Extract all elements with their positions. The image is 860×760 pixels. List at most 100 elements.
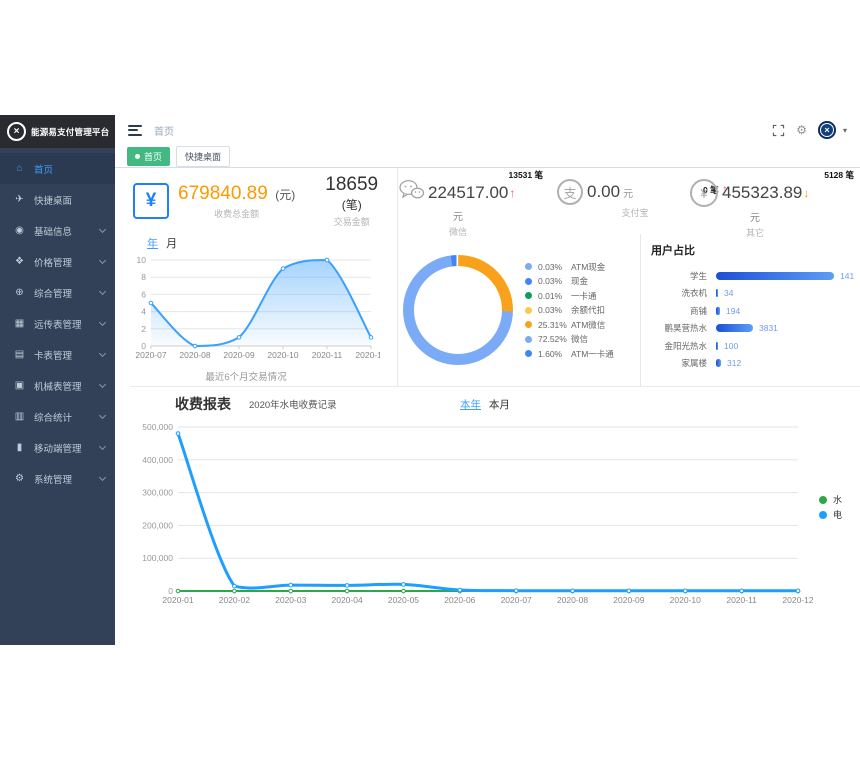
user-avatar[interactable]: × xyxy=(818,121,836,139)
donut-legend-item: 1.60%ATM一卡通 xyxy=(525,346,614,361)
svg-text:4: 4 xyxy=(141,307,146,317)
sidebar-item-label: 快捷桌面 xyxy=(34,193,72,207)
total-amount-label: 收费总金额 xyxy=(178,207,295,220)
svg-text:2020-12: 2020-12 xyxy=(355,350,380,360)
svg-text:2020-01: 2020-01 xyxy=(162,595,193,605)
user-share-bar xyxy=(716,289,718,297)
trade-count-unit: (笔) xyxy=(325,196,378,213)
chevron-down-icon xyxy=(99,349,106,356)
tab-home[interactable]: 首页 xyxy=(127,147,170,166)
sidebar-item-0[interactable]: ⌂首页 xyxy=(0,153,115,184)
breadcrumb[interactable]: 首页 xyxy=(154,123,174,138)
chevron-down-icon xyxy=(99,225,106,232)
total-amount-unit: (元) xyxy=(275,188,295,202)
yuan-box-icon: ¥ xyxy=(133,183,169,219)
report-toggle-year[interactable]: 本年 xyxy=(460,399,481,411)
system-icon: ⚙ xyxy=(13,473,26,484)
svg-text:100,000: 100,000 xyxy=(142,553,173,563)
sidebar-item-label: 价格管理 xyxy=(34,255,72,269)
sidebar-item-5[interactable]: ▦远传表管理 xyxy=(0,308,115,339)
sidebar-item-label: 移动端管理 xyxy=(34,441,82,455)
app-logo-icon: × xyxy=(7,122,26,141)
sidebar-item-4[interactable]: ⊕综合管理 xyxy=(0,277,115,308)
donut-legend-item: 25.31%ATM微信 xyxy=(525,317,614,332)
charts-row: 年 月 02468102020-072020-082020-092020-102… xyxy=(115,234,860,386)
stats-icon: ▥ xyxy=(13,411,26,422)
sidebar-item-9[interactable]: ▮移动端管理 xyxy=(0,432,115,463)
fees-legend-item: 水 xyxy=(819,492,842,507)
chevron-down-icon xyxy=(99,380,106,387)
other-yuan-icon: ¥ xyxy=(690,179,718,207)
report-toggle-month[interactable]: 本月 xyxy=(489,399,510,411)
donut-legend-item: 0.03%余额代扣 xyxy=(525,303,614,318)
svg-text:2020-02: 2020-02 xyxy=(219,595,250,605)
svg-text:2020-09: 2020-09 xyxy=(223,350,254,360)
legend-dot-icon xyxy=(819,511,827,519)
svg-text:2020-07: 2020-07 xyxy=(135,350,166,360)
user-share-bar xyxy=(716,324,753,332)
donut-legend-item: 72.52%微信 xyxy=(525,332,614,347)
wechat-amount: 224517.00 xyxy=(428,183,508,203)
wechat-card: 224517.00 ↑ 13531 笔 元 微信 xyxy=(397,168,557,234)
svg-text:2020-12: 2020-12 xyxy=(782,595,813,605)
trade-count-label: 交易金额 xyxy=(325,215,378,228)
tab-quick-desktop[interactable]: 快捷桌面 xyxy=(176,146,230,167)
alipay-unit: 元 xyxy=(623,185,633,200)
trade-count-card: 18659 (笔) 交易金额 xyxy=(325,174,378,228)
sidebar-item-6[interactable]: ▤卡表管理 xyxy=(0,339,115,370)
sidebar-item-7[interactable]: ▣机械表管理 xyxy=(0,370,115,401)
sidebar-item-1[interactable]: ✈快捷桌面 xyxy=(0,184,115,215)
settings-gear-icon[interactable]: ⚙ xyxy=(796,124,807,136)
user-share-row: 金阳光热水100 xyxy=(651,337,860,355)
svg-text:300,000: 300,000 xyxy=(142,488,173,498)
info-icon: ◉ xyxy=(13,225,26,236)
svg-text:2020-08: 2020-08 xyxy=(179,350,210,360)
other-amount: 455323.89 xyxy=(722,183,802,203)
user-share-row: 商铺194 xyxy=(651,302,860,320)
user-share-bar xyxy=(716,342,718,350)
other-unit: 元 xyxy=(690,209,820,224)
chevron-down-icon xyxy=(99,287,106,294)
user-share-bar xyxy=(716,359,721,367)
user-dropdown-caret-icon[interactable]: ▾ xyxy=(843,126,847,135)
sidebar-item-2[interactable]: ◉基础信息 xyxy=(0,215,115,246)
donut-legend-item: 0.03%ATM现金 xyxy=(525,259,614,274)
sidebar-item-8[interactable]: ▥ 综合统计 xyxy=(0,401,115,432)
toggle-year[interactable]: 年 xyxy=(147,238,158,250)
svg-text:6: 6 xyxy=(141,289,146,299)
fees-line-chart: 0100,000200,000300,000400,000500,0002020… xyxy=(130,419,860,624)
svg-text:2020-10: 2020-10 xyxy=(670,595,701,605)
report-subtitle: 2020年水电收费记录 xyxy=(249,397,337,411)
svg-text:2020-06: 2020-06 xyxy=(444,595,475,605)
other-count: 5128 笔 xyxy=(824,169,854,181)
legend-dot-icon xyxy=(525,292,532,299)
donut-legend-item: 0.01%一卡通 xyxy=(525,288,614,303)
total-amount-value: 679840.89 xyxy=(178,183,268,204)
svg-text:2020-09: 2020-09 xyxy=(613,595,644,605)
other-label: 其它 xyxy=(690,226,820,239)
fullscreen-icon[interactable] xyxy=(772,124,785,137)
legend-dot-icon xyxy=(819,496,827,504)
sidebar-item-3[interactable]: ❖价格管理 xyxy=(0,246,115,277)
dashboard-content: ¥ 679840.89 (元) 收费总金额 18659 (笔) 交易金额 xyxy=(115,168,860,645)
main-area: 首页 ⚙ × ▾ 首页 快捷桌面 xyxy=(115,115,860,645)
sidebar-item-label: 综合统计 xyxy=(34,410,72,424)
tab-active-dot-icon xyxy=(135,154,140,159)
svg-text:2020-11: 2020-11 xyxy=(312,350,343,360)
recent-trades-caption: 最近6个月交易情况 xyxy=(115,369,377,383)
remote-meter-icon: ▦ xyxy=(13,318,26,329)
sidebar-item-label: 卡表管理 xyxy=(34,348,72,362)
other-trend-down-icon: ↓ xyxy=(803,186,809,200)
sidebar-item-label: 系统管理 xyxy=(34,472,72,486)
svg-text:2: 2 xyxy=(141,324,146,334)
menu-collapse-icon[interactable] xyxy=(128,125,142,136)
fees-legend-item: 电 xyxy=(819,507,842,522)
sidebar-item-10[interactable]: ⚙ 系统管理 xyxy=(0,463,115,494)
toggle-month[interactable]: 月 xyxy=(166,238,177,250)
sidebar-item-label: 首页 xyxy=(34,162,53,176)
chevron-down-icon xyxy=(99,442,106,449)
other-card: ¥ 455323.89 ↓ 5128 笔 元 其它 xyxy=(690,168,860,234)
svg-text:2020-10: 2020-10 xyxy=(267,350,298,360)
trade-count-value: 18659 xyxy=(325,174,378,196)
wechat-count: 13531 笔 xyxy=(509,169,544,181)
